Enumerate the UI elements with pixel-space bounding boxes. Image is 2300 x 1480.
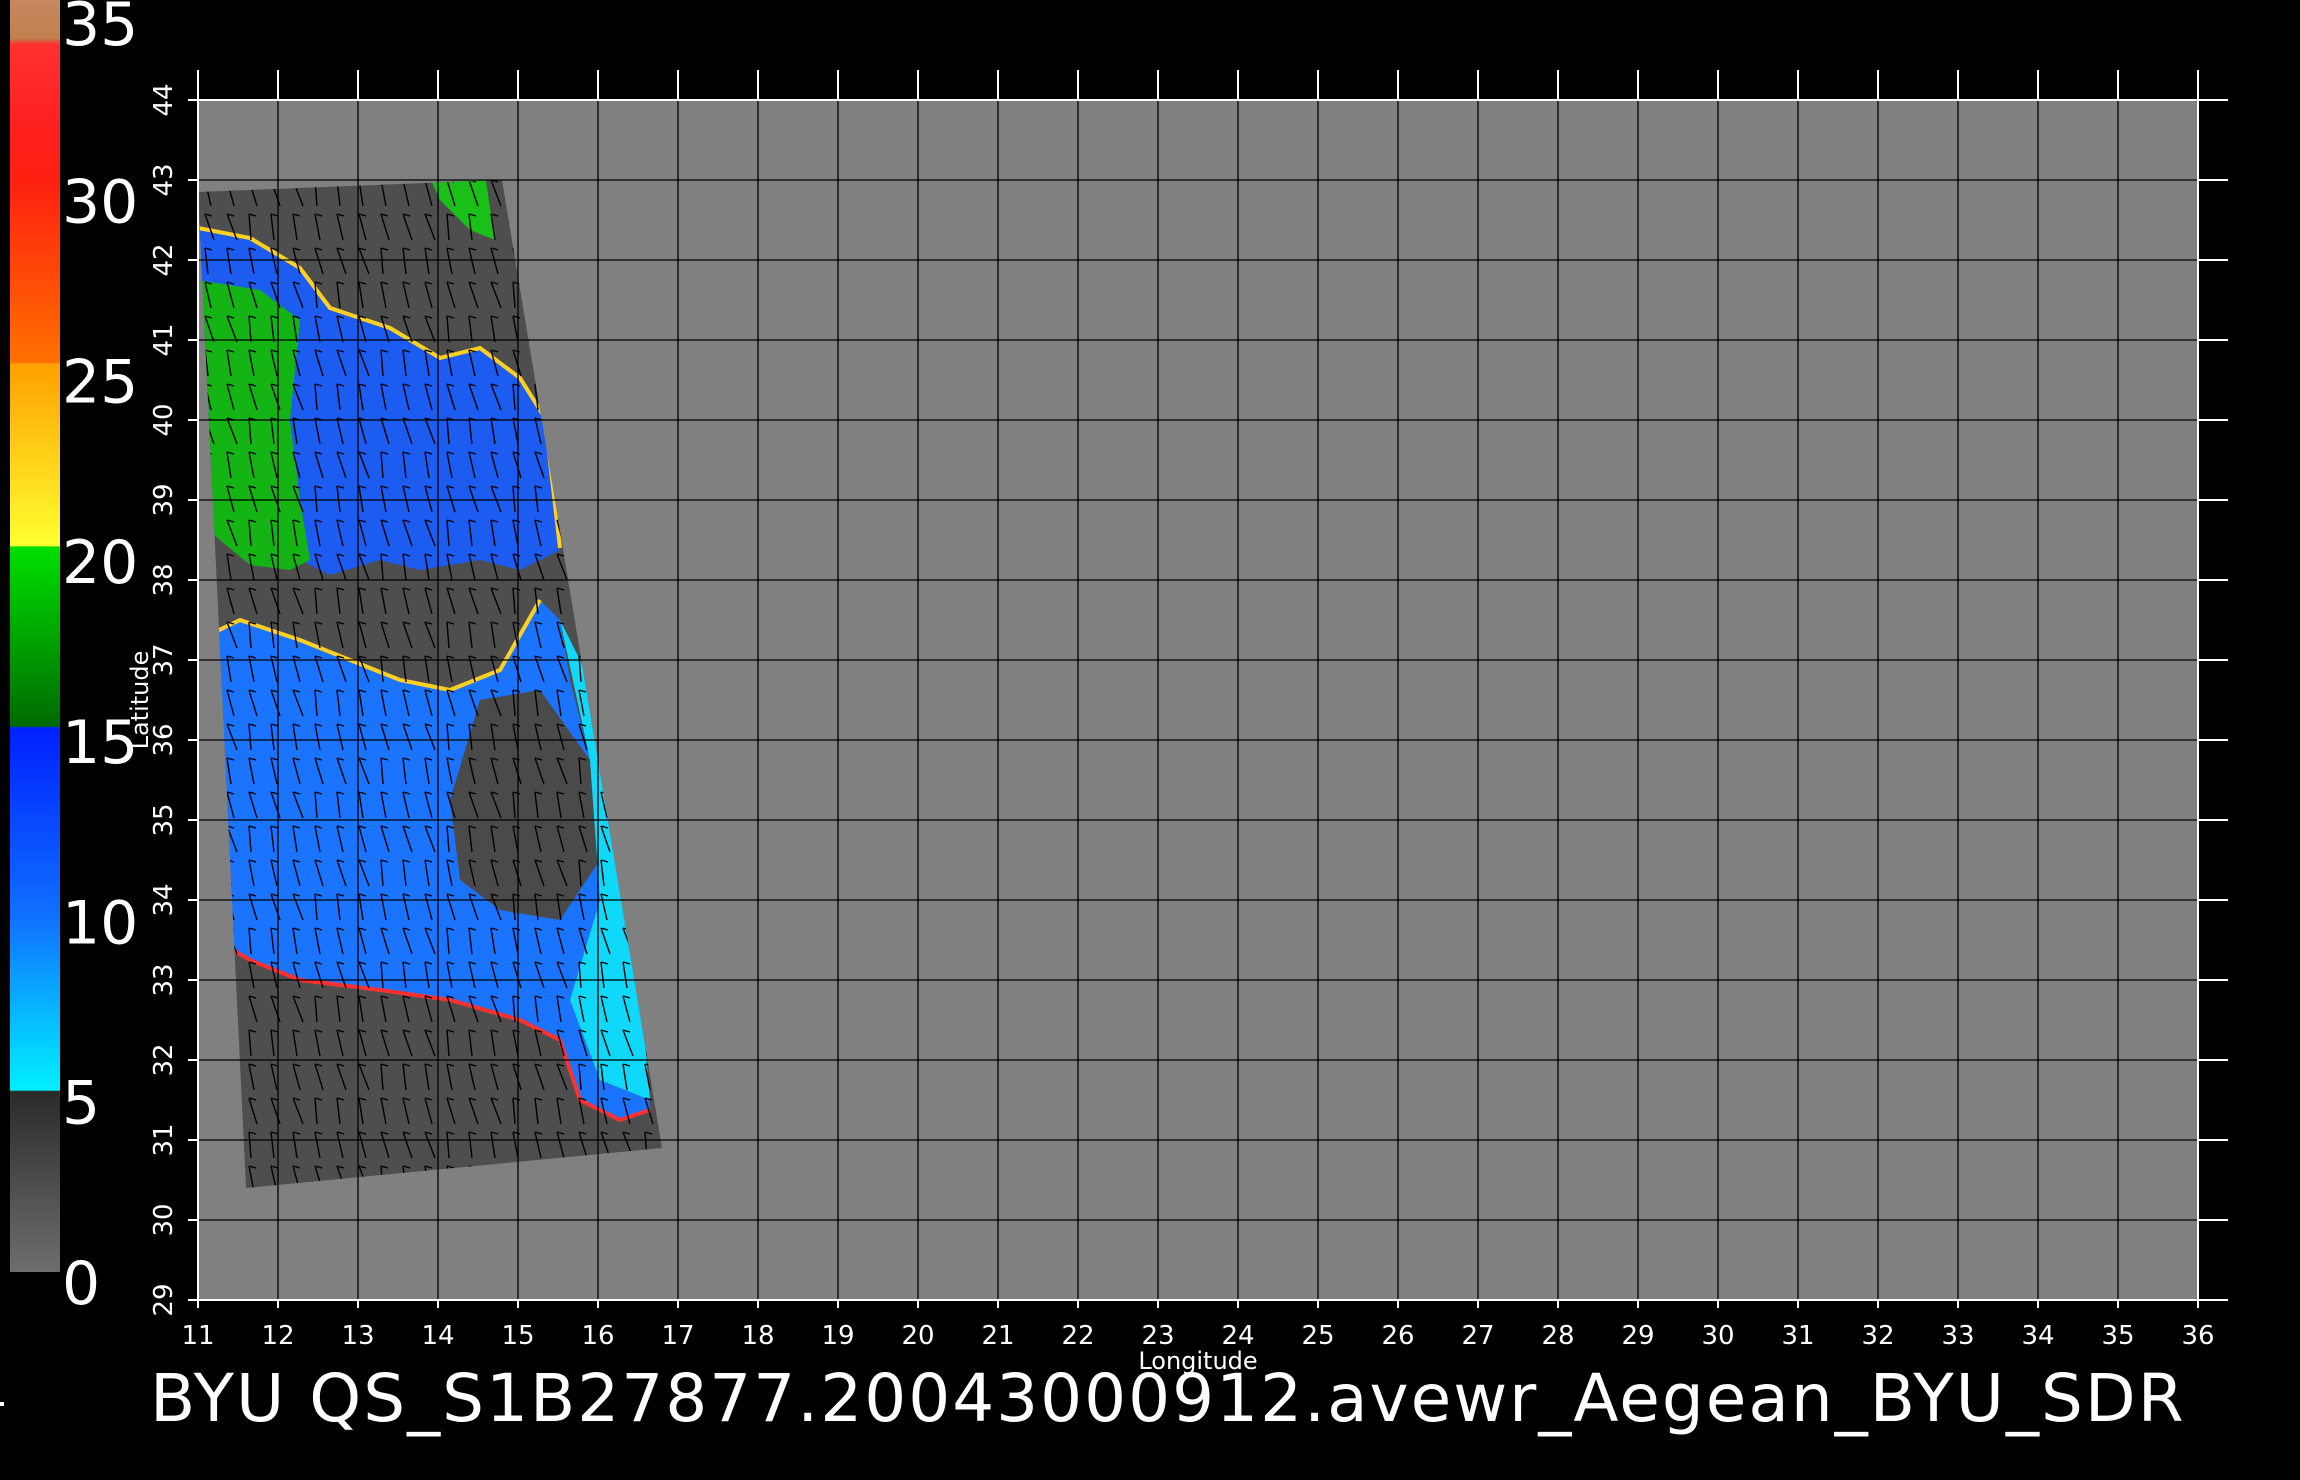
x-tick-label: 27 (1461, 1321, 1494, 1351)
x-tick-label: 12 (261, 1321, 294, 1351)
y-tick-label: 42 (149, 243, 179, 276)
x-tick-label: 30 (1701, 1321, 1734, 1351)
colorbar-label: 35 (62, 0, 138, 60)
y-tick-label: 38 (149, 563, 179, 596)
colorbar-label: 5 (62, 1069, 100, 1139)
x-tick-label: 28 (1541, 1321, 1574, 1351)
x-tick-label: 36 (2181, 1321, 2214, 1351)
figure-caption: BYU QS_S1B27877.20043000912.avewr_Aegean… (150, 1360, 2186, 1437)
x-tick-label: 22 (1061, 1321, 1094, 1351)
y-tick-label: 35 (149, 803, 179, 836)
x-tick-label: 15 (501, 1321, 534, 1351)
x-tick-label: 29 (1621, 1321, 1654, 1351)
x-tick-label: 26 (1381, 1321, 1414, 1351)
x-tick-label: 21 (981, 1321, 1014, 1351)
y-tick-label: 39 (149, 483, 179, 516)
x-tick-label: 13 (341, 1321, 374, 1351)
y-tick-label: 34 (149, 883, 179, 916)
x-tick-label: 25 (1301, 1321, 1334, 1351)
y-tick-label: 41 (149, 323, 179, 356)
y-tick-label: 33 (149, 963, 179, 996)
x-tick-label: 11 (181, 1321, 214, 1351)
x-tick-label: 14 (421, 1321, 454, 1351)
x-tick-label: 19 (821, 1321, 854, 1351)
colorbar-label: 25 (62, 348, 138, 418)
y-tick-label: 32 (149, 1043, 179, 1076)
y-tick-label: 30 (149, 1203, 179, 1236)
x-tick-label: 35 (2101, 1321, 2134, 1351)
x-tick-label: 16 (581, 1321, 614, 1351)
y-tick-label: 44 (149, 83, 179, 116)
x-tick-label: 31 (1781, 1321, 1814, 1351)
colorbar-label: 0 (62, 1249, 100, 1319)
y-tick-label: 43 (149, 163, 179, 196)
y-tick-label: 31 (149, 1123, 179, 1156)
colorbar-label: 20 (62, 528, 138, 598)
colorbar-label: 10 (62, 888, 138, 958)
y-tick-label: 40 (149, 403, 179, 436)
colorbar (10, 0, 60, 1272)
colorbar-label: 30 (62, 167, 138, 237)
x-tick-label: 33 (1941, 1321, 1974, 1351)
x-tick-label: 32 (1861, 1321, 1894, 1351)
x-tick-label: 20 (901, 1321, 934, 1351)
x-tick-label: 17 (661, 1321, 694, 1351)
x-tick-label: 34 (2021, 1321, 2054, 1351)
edge-mark (0, 1402, 4, 1406)
y-tick-label: 29 (149, 1283, 179, 1316)
colorbar-label: 15 (62, 708, 138, 778)
x-tick-label: 18 (741, 1321, 774, 1351)
wind-map-figure: 11 12 13 14 15 16 17 18 19 20 21 22 23 24 25 26 27 28 29 30… (10, 0, 2228, 1375)
